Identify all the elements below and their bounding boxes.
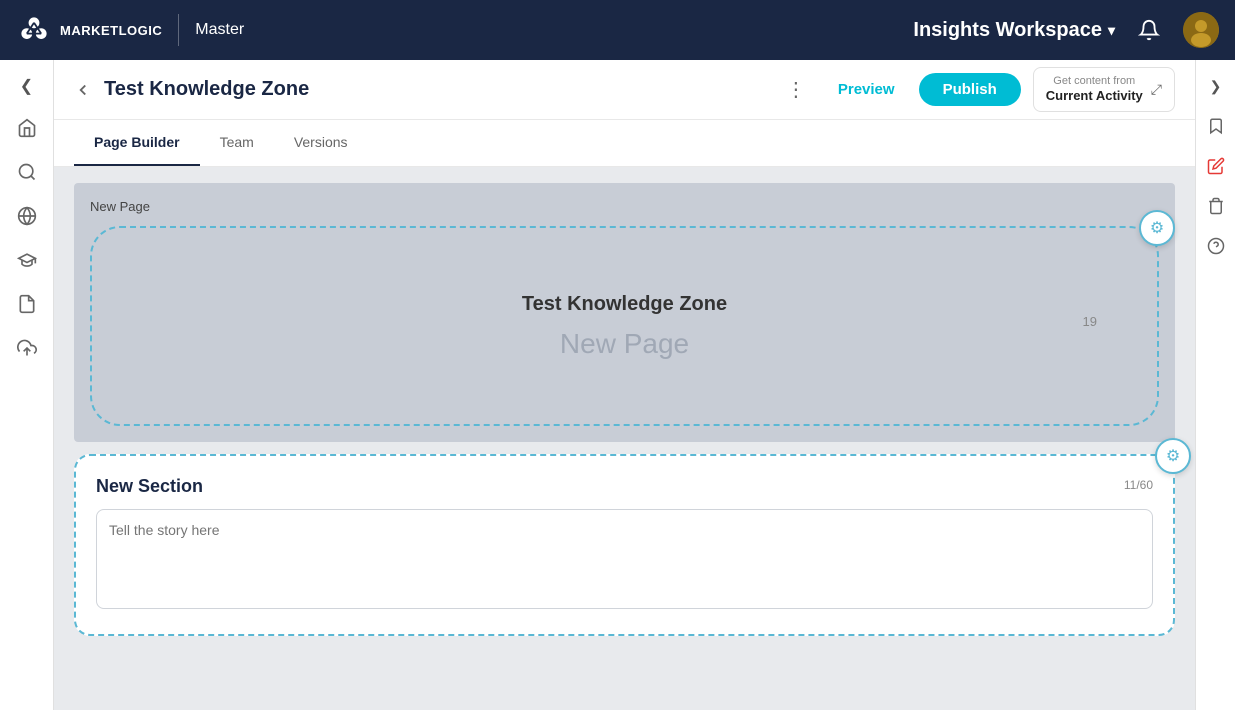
preview-button[interactable]: Preview [826, 75, 907, 104]
page-inner-subtitle: New Page [560, 328, 689, 360]
header-left: Test Knowledge Zone [74, 78, 309, 101]
sidebar-icon-home[interactable] [7, 108, 47, 148]
page-inner-title: Test Knowledge Zone [522, 293, 727, 316]
section-block: ⚙ New Section 11/60 [74, 454, 1175, 636]
get-content-button[interactable]: Get content from Current Activity ⤢ [1033, 67, 1175, 112]
section-title-wrap: New Section [96, 476, 203, 497]
sidebar-collapse-toggle[interactable]: ❮ [9, 68, 45, 104]
header-right: ⋮ Preview Publish Get content from Curre… [778, 67, 1175, 112]
page-gear-button[interactable]: ⚙ [1139, 210, 1175, 246]
sidebar-icon-docs[interactable] [7, 284, 47, 324]
sidebar-icon-globe[interactable] [7, 196, 47, 236]
master-label: Master [195, 21, 244, 39]
page-inner[interactable]: ⚙ Test Knowledge Zone 19 New Page [90, 226, 1159, 426]
right-icon-trash[interactable] [1198, 188, 1234, 224]
tab-versions[interactable]: Versions [274, 120, 368, 166]
page-label: New Page [90, 199, 1159, 214]
right-sidebar: ❯ [1195, 60, 1235, 710]
expand-icon: ⤢ [1151, 80, 1162, 98]
tab-team[interactable]: Team [200, 120, 274, 166]
sidebar-icon-upload[interactable] [7, 328, 47, 368]
more-options-button[interactable]: ⋮ [778, 73, 814, 106]
main-layout: ❮ Test Knowledge Zone [0, 60, 1235, 710]
right-icon-help[interactable] [1198, 228, 1234, 264]
back-button[interactable] [74, 81, 92, 99]
page-content: New Page ⚙ Test Knowledge Zone 19 New Pa… [54, 167, 1195, 710]
header-bar: Test Knowledge Zone ⋮ Preview Publish Ge… [54, 60, 1195, 120]
left-sidebar: ❮ [0, 60, 54, 710]
right-icon-edit[interactable] [1198, 148, 1234, 184]
nav-divider [178, 14, 179, 46]
get-content-text: Get content from Current Activity [1046, 74, 1143, 105]
page-number: 19 [1083, 314, 1097, 329]
publish-button[interactable]: Publish [919, 73, 1021, 106]
sidebar-icon-learn[interactable] [7, 240, 47, 280]
page-block: New Page ⚙ Test Knowledge Zone 19 New Pa… [74, 183, 1175, 442]
top-navigation: MARKETLOGIC Master Insights Workspace [0, 0, 1235, 60]
nav-right: Insights Workspace [913, 12, 1219, 48]
bell-icon[interactable] [1131, 12, 1167, 48]
logo-text: MARKETLOGIC [60, 23, 162, 38]
right-icon-bookmark[interactable] [1198, 108, 1234, 144]
content-area: Test Knowledge Zone ⋮ Preview Publish Ge… [54, 60, 1195, 710]
story-textarea[interactable] [96, 509, 1153, 609]
avatar[interactable] [1183, 12, 1219, 48]
page-title: Test Knowledge Zone [104, 78, 309, 101]
tab-page-builder[interactable]: Page Builder [74, 120, 200, 166]
section-header: New Section 11/60 [96, 476, 1153, 497]
right-sidebar-toggle[interactable]: ❯ [1198, 68, 1234, 104]
nav-left: MARKETLOGIC Master [16, 12, 244, 48]
section-counter: 11/60 [1124, 478, 1153, 492]
tabs-bar: Page Builder Team Versions [54, 120, 1195, 167]
sidebar-icon-search[interactable] [7, 152, 47, 192]
section-gear-button[interactable]: ⚙ [1155, 438, 1191, 474]
workspace-title[interactable]: Insights Workspace [913, 19, 1115, 42]
section-title: New Section [96, 476, 203, 497]
logo-area[interactable]: MARKETLOGIC [16, 12, 162, 48]
